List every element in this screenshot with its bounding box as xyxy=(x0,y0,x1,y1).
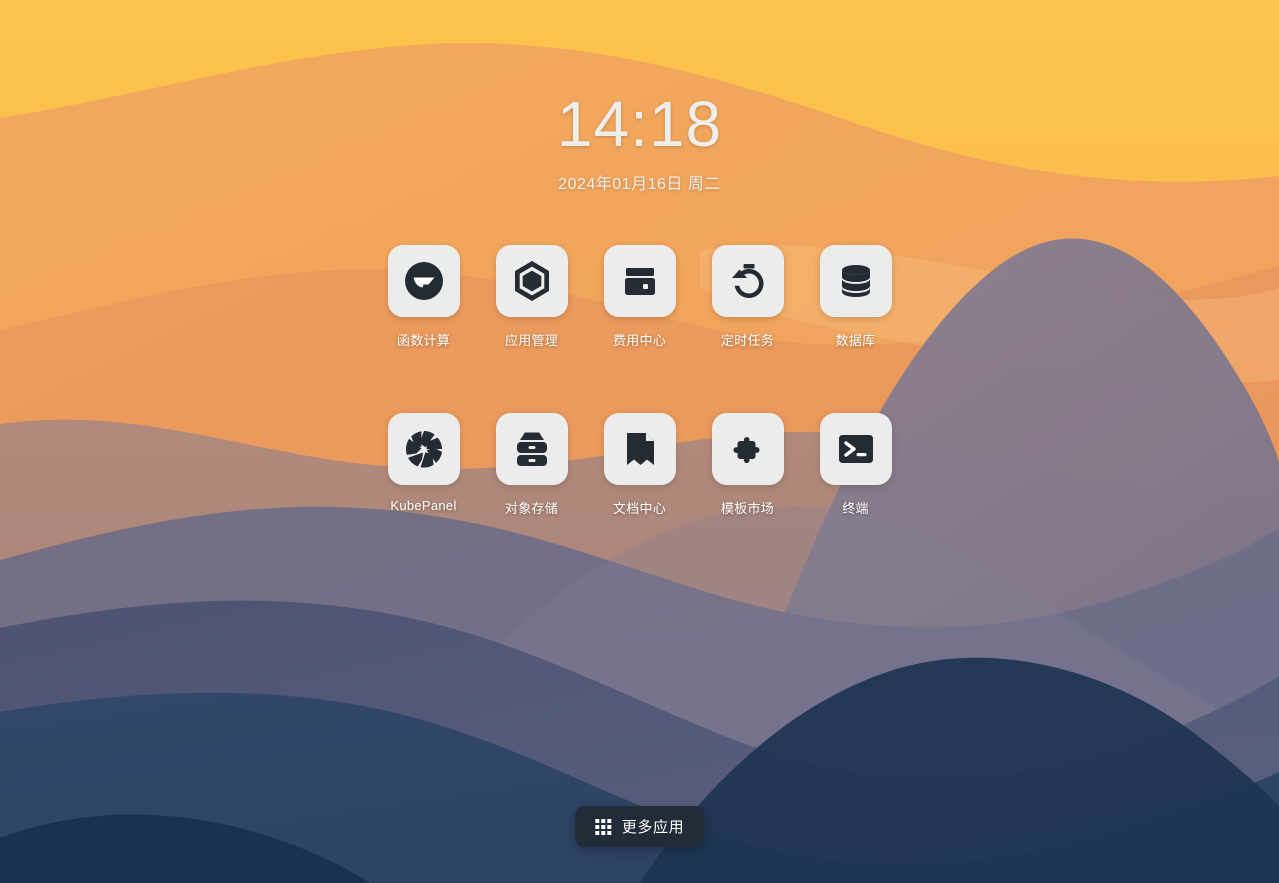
more-apps-button[interactable]: 更多应用 xyxy=(574,806,705,847)
app-label: KubePanel xyxy=(390,498,457,513)
app-label: 定时任务 xyxy=(720,333,775,348)
app-label: 文档中心 xyxy=(612,501,667,516)
puzzle-piece-icon xyxy=(732,437,760,464)
stopwatch-icon xyxy=(731,264,763,298)
app-item-billing-center[interactable]: 费用中心 xyxy=(603,245,676,349)
app-label: 函数计算 xyxy=(396,333,451,348)
app-tile[interactable] xyxy=(603,413,676,485)
app-item-terminal[interactable]: 终端 xyxy=(819,413,892,517)
app-item-object-storage[interactable]: 对象存储 xyxy=(495,413,568,517)
app-tile[interactable] xyxy=(495,245,568,317)
app-tile[interactable] xyxy=(387,413,460,485)
more-apps-label: 更多应用 xyxy=(621,819,685,836)
app-item-function-compute[interactable]: 函数计算 xyxy=(387,245,460,349)
app-tile[interactable] xyxy=(711,413,784,485)
app-label: 终端 xyxy=(842,501,869,516)
app-tile[interactable] xyxy=(387,245,460,317)
app-tile[interactable] xyxy=(819,245,892,317)
app-tile[interactable] xyxy=(603,245,676,317)
app-label: 数据库 xyxy=(835,333,876,348)
app-item-scheduled-task[interactable]: 定时任务 xyxy=(711,245,784,349)
app-tile[interactable] xyxy=(711,245,784,317)
app-item-template-market[interactable]: 模板市场 xyxy=(711,413,784,517)
app-item-doc-center[interactable]: 文档中心 xyxy=(603,413,676,517)
app-item-app-management[interactable]: 应用管理 xyxy=(495,245,568,349)
grid-3x3-icon xyxy=(594,818,611,835)
app-tile[interactable] xyxy=(819,413,892,485)
app-management-cube-icon xyxy=(514,261,549,301)
app-label: 对象存储 xyxy=(504,501,559,516)
object-storage-icon xyxy=(516,432,547,466)
app-grid: 函数计算 应用管理 费用中心 定时任务 数据库 KubePanel 对象存储 文… xyxy=(0,245,1279,517)
app-tile[interactable] xyxy=(495,413,568,485)
app-item-kubepanel[interactable]: KubePanel xyxy=(387,413,460,517)
desktop-root: 14:18 2024年01月16日 周二 函数计算 应用管理 费用中心 定时任务… xyxy=(0,0,1279,883)
database-icon xyxy=(841,265,870,297)
terminal-icon xyxy=(838,435,873,463)
app-row-1: 函数计算 应用管理 费用中心 定时任务 数据库 xyxy=(387,245,892,349)
app-label: 费用中心 xyxy=(612,333,667,348)
app-label: 应用管理 xyxy=(504,333,559,348)
app-label: 模板市场 xyxy=(720,501,775,516)
app-row-2: KubePanel 对象存储 文档中心 模板市场 终端 xyxy=(387,413,892,517)
aperture-icon xyxy=(405,431,442,468)
wallet-icon xyxy=(624,268,655,295)
app-item-database[interactable]: 数据库 xyxy=(819,245,892,349)
function-compute-icon xyxy=(404,262,443,300)
bookmark-document-icon xyxy=(626,433,654,465)
